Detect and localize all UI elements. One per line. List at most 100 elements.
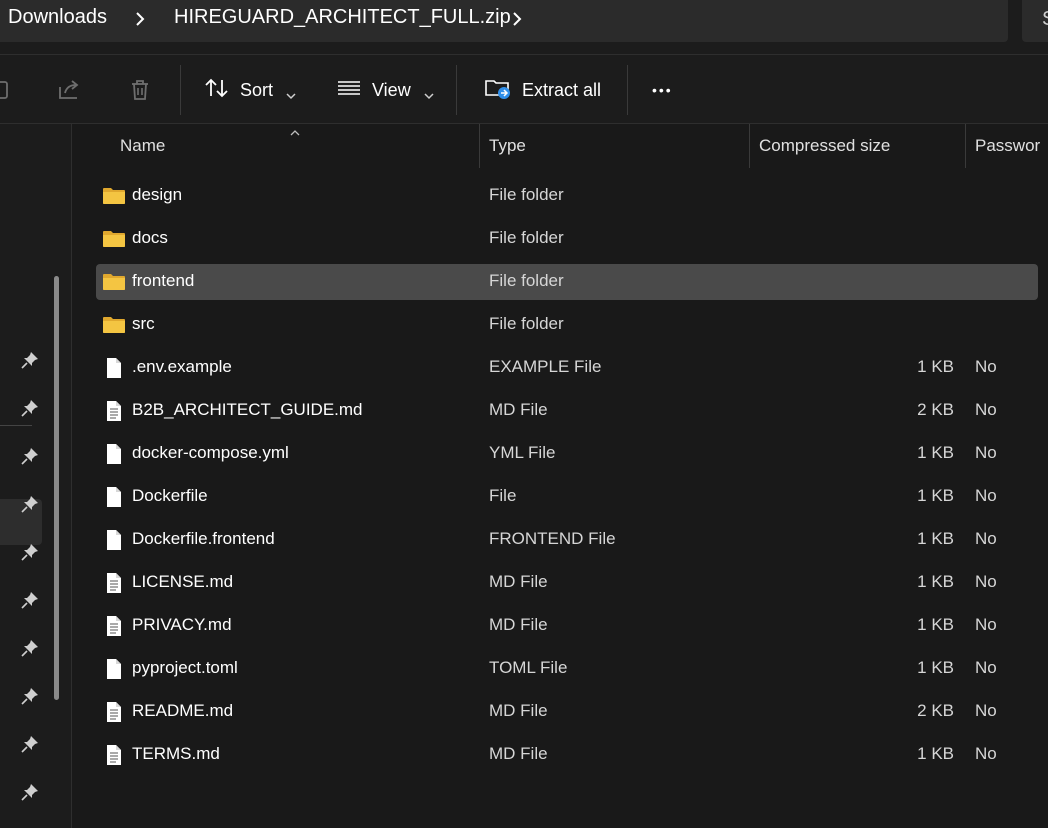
- extract-icon: [484, 75, 512, 106]
- file-name: .env.example: [132, 357, 232, 376]
- file-size: 1 KB: [917, 486, 954, 505]
- extract-all-button[interactable]: Extract all: [484, 69, 601, 111]
- breadcrumb-zip[interactable]: HIREGUARD_ARCHITECT_FULL.zip: [174, 6, 511, 29]
- file-type: MD File: [489, 615, 548, 634]
- toolbar-divider: [627, 65, 628, 115]
- pin-icon[interactable]: [20, 350, 40, 370]
- pin-icon[interactable]: [20, 494, 40, 514]
- file-type: MD File: [489, 701, 548, 720]
- file-type: MD File: [489, 744, 548, 763]
- chevron-down-icon: [423, 85, 435, 100]
- file-size: 1 KB: [917, 443, 954, 462]
- file-icon: [102, 442, 126, 466]
- folder-row[interactable]: docs File folder: [96, 221, 1038, 257]
- file-row[interactable]: PRIVACY.md MD File 1 KB No: [96, 608, 1038, 644]
- view-button[interactable]: View: [336, 69, 435, 111]
- file-password: No: [975, 357, 997, 376]
- column-type[interactable]: Type: [489, 136, 526, 156]
- file-name: pyproject.toml: [132, 658, 238, 677]
- pin-icon[interactable]: [20, 734, 40, 754]
- sidebar-scrollbar[interactable]: [54, 276, 59, 700]
- chevron-right-icon[interactable]: [507, 8, 527, 30]
- pin-icon[interactable]: [20, 446, 40, 466]
- chevron-right-icon[interactable]: [130, 8, 150, 30]
- sort-label: Sort: [240, 79, 274, 100]
- file-size: 1 KB: [917, 572, 954, 591]
- column-divider[interactable]: [965, 124, 966, 168]
- file-row[interactable]: .env.example EXAMPLE File 1 KB No: [96, 350, 1038, 386]
- file-row[interactable]: Dockerfile File 1 KB No: [96, 479, 1038, 515]
- file-type: YML File: [489, 443, 556, 462]
- file-name: Dockerfile: [132, 486, 208, 505]
- file-row[interactable]: TERMS.md MD File 1 KB No: [96, 737, 1038, 773]
- chevron-down-icon: [285, 85, 297, 100]
- folder-row[interactable]: design File folder: [96, 178, 1038, 214]
- address-bar: Downloads HIREGUARD_ARCHITECT_FULL.zip S: [0, 0, 1048, 54]
- more-options-button[interactable]: •••: [652, 69, 673, 111]
- more-icon: •••: [652, 82, 673, 98]
- file-type: TOML File: [489, 658, 568, 677]
- file-type: File folder: [489, 314, 564, 333]
- pin-icon[interactable]: [20, 638, 40, 658]
- file-size: 1 KB: [917, 744, 954, 763]
- copy-icon[interactable]: [0, 77, 18, 103]
- file-name: B2B_ARCHITECT_GUIDE.md: [132, 400, 363, 419]
- file-row[interactable]: pyproject.toml TOML File 1 KB No: [96, 651, 1038, 687]
- column-name[interactable]: Name: [120, 136, 165, 156]
- pin-icon[interactable]: [20, 590, 40, 610]
- file-type: MD File: [489, 400, 548, 419]
- breadcrumb[interactable]: Downloads HIREGUARD_ARCHITECT_FULL.zip: [0, 0, 1008, 42]
- file-row[interactable]: B2B_ARCHITECT_GUIDE.md MD File 2 KB No: [96, 393, 1038, 429]
- file-row[interactable]: docker-compose.yml YML File 1 KB No: [96, 436, 1038, 472]
- text-file-icon: [102, 399, 126, 423]
- view-icon: [336, 76, 362, 105]
- toolbar-divider: [456, 65, 457, 115]
- share-icon[interactable]: [56, 77, 82, 103]
- column-password[interactable]: Passwor: [975, 136, 1040, 156]
- extract-all-label: Extract all: [522, 79, 602, 100]
- file-name: PRIVACY.md: [132, 615, 232, 634]
- delete-icon[interactable]: [127, 77, 153, 103]
- pin-icon[interactable]: [20, 542, 40, 562]
- file-size: 2 KB: [917, 701, 954, 720]
- pin-icon[interactable]: [20, 782, 40, 802]
- file-type: File: [489, 486, 517, 505]
- file-password: No: [975, 486, 997, 505]
- file-name: design: [132, 185, 183, 204]
- column-compressed-size[interactable]: Compressed size: [759, 136, 890, 156]
- file-type: File folder: [489, 185, 564, 204]
- folder-row[interactable]: frontend File folder: [96, 264, 1038, 300]
- pin-icon[interactable]: [20, 686, 40, 706]
- column-header-row: Name Type Compressed size Passwor: [72, 124, 1048, 172]
- navigation-pane: [0, 124, 72, 828]
- command-bar: Sort View Extract all •••: [0, 54, 1048, 124]
- folder-icon: [102, 313, 126, 337]
- text-file-icon: [102, 743, 126, 767]
- column-divider[interactable]: [479, 124, 480, 168]
- breadcrumb-downloads[interactable]: Downloads: [8, 6, 107, 29]
- text-file-icon: [102, 571, 126, 595]
- sort-button[interactable]: Sort: [204, 69, 297, 111]
- file-type: File folder: [489, 228, 564, 247]
- column-divider[interactable]: [749, 124, 750, 168]
- search-box-text: S: [1042, 8, 1048, 31]
- file-icon: [102, 528, 126, 552]
- file-password: No: [975, 443, 997, 462]
- search-box[interactable]: S: [1022, 0, 1048, 42]
- file-row[interactable]: README.md MD File 2 KB No: [96, 694, 1038, 730]
- file-size: 1 KB: [917, 529, 954, 548]
- pin-icon[interactable]: [20, 398, 40, 418]
- file-row[interactable]: Dockerfile.frontend FRONTEND File 1 KB No: [96, 522, 1038, 558]
- file-row[interactable]: LICENSE.md MD File 1 KB No: [96, 565, 1038, 601]
- file-type: MD File: [489, 572, 548, 591]
- file-list: Name Type Compressed size Passwor design…: [72, 124, 1048, 828]
- sidebar-divider: [0, 425, 32, 426]
- file-password: No: [975, 400, 997, 419]
- folder-row[interactable]: src File folder: [96, 307, 1038, 343]
- file-name: TERMS.md: [132, 744, 220, 763]
- file-password: No: [975, 529, 997, 548]
- text-file-icon: [102, 700, 126, 724]
- file-icon: [102, 657, 126, 681]
- file-password: No: [975, 615, 997, 634]
- view-label: View: [372, 79, 411, 100]
